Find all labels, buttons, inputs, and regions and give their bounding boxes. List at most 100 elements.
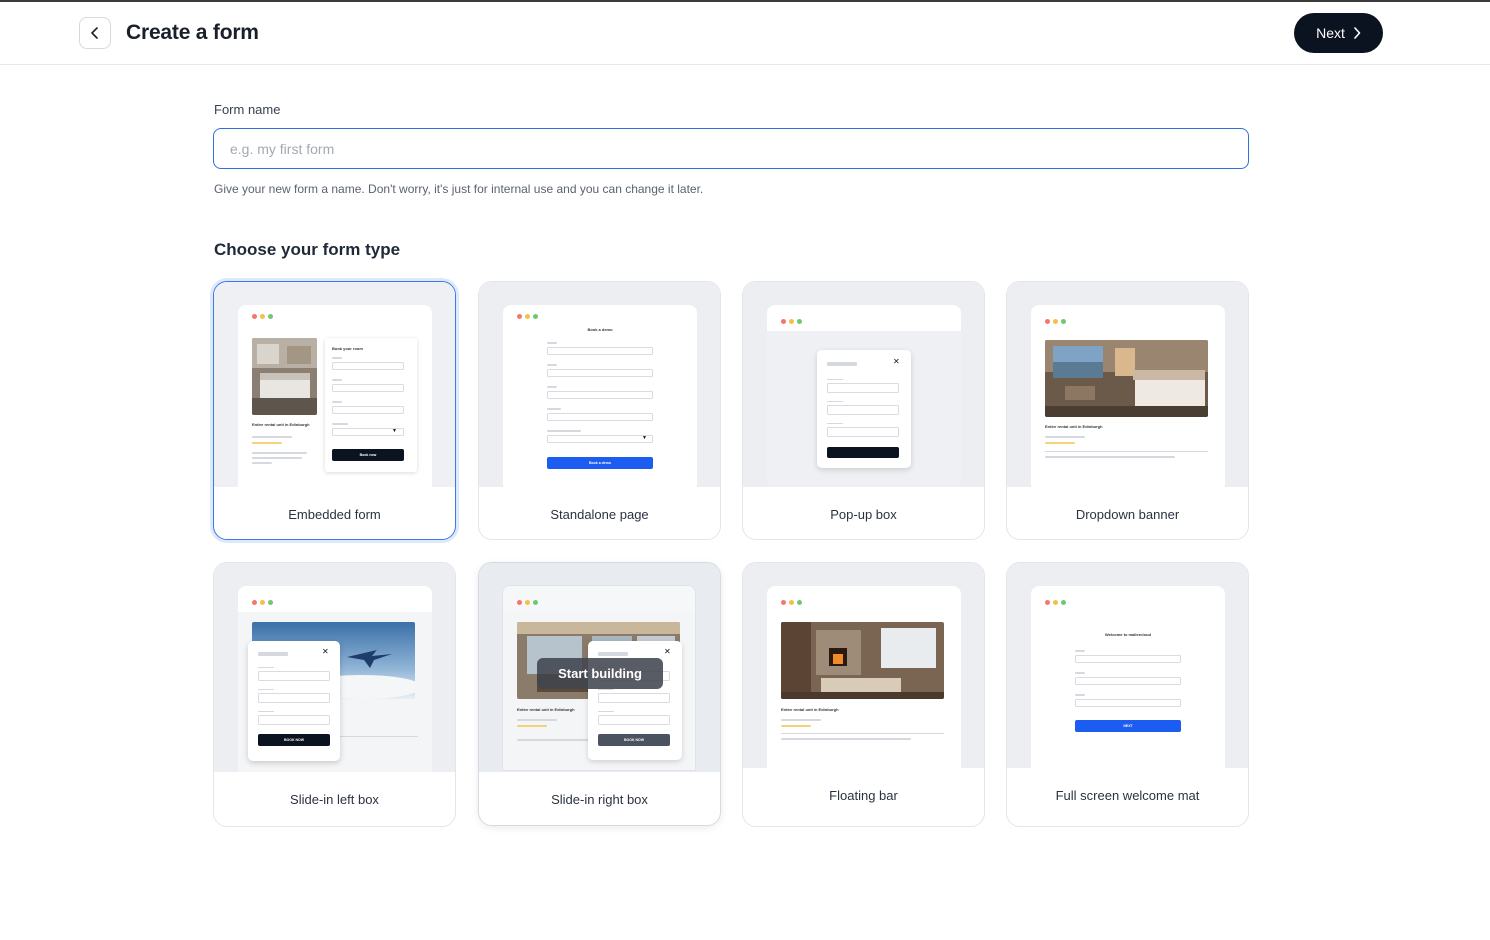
- listing-title: Entire rental unit in Edinburgh: [1045, 424, 1103, 429]
- popup-preview: ✕: [743, 282, 984, 487]
- field-label: [827, 379, 843, 380]
- dropdown-preview: Entire rental unit in Edinburgh: [1007, 282, 1248, 487]
- rating-line: [517, 725, 547, 727]
- next-button[interactable]: Next: [1294, 13, 1383, 53]
- form-type-card-embedded[interactable]: Entire rental unit in Edinburgh Book you…: [213, 281, 456, 540]
- field-label: [598, 711, 614, 712]
- field-label: [332, 379, 342, 381]
- rating-line: [1045, 442, 1075, 444]
- field: [258, 671, 330, 681]
- window-dots: [517, 600, 538, 605]
- form-type-label: Floating bar: [829, 788, 898, 803]
- slide-right-preview: Entire rental unit in Edinburgh ✕ BOOK N…: [479, 563, 720, 772]
- form-name-input[interactable]: [213, 128, 1249, 169]
- field-label: [258, 711, 274, 712]
- divider: [338, 736, 418, 737]
- browser-mockup: ✕: [767, 305, 961, 487]
- field-label: [332, 423, 348, 425]
- book-now-button: Book now: [332, 449, 404, 461]
- field: [1075, 699, 1181, 707]
- field: [258, 715, 330, 725]
- browser-topbar: [503, 586, 695, 612]
- window-dots: [252, 314, 273, 319]
- text-line: [1045, 456, 1175, 458]
- next-preview-button: NEXT: [1075, 720, 1181, 732]
- form-type-label: Dropdown banner: [1075, 507, 1180, 522]
- close-icon: ✕: [322, 647, 329, 656]
- window-dots: [781, 319, 802, 324]
- form-type-label: Full screen welcome mat: [1055, 788, 1200, 803]
- listing-title: Entire rental unit in Edinburgh: [517, 707, 575, 712]
- form-name-helper: Give your new form a name. Don't worry, …: [214, 182, 704, 196]
- rating-line: [781, 725, 811, 727]
- browser-mockup: Entire rental unit in Edinburgh Book you…: [238, 305, 432, 487]
- popup-title-line: [827, 362, 857, 366]
- field: [547, 413, 653, 421]
- window-dots: [1045, 600, 1066, 605]
- field: [547, 369, 653, 377]
- window-dots: [781, 600, 802, 605]
- field-label: [547, 386, 557, 388]
- browser-mockup: ✕ BOOK NOW: [238, 586, 432, 772]
- browser-topbar: [767, 305, 961, 331]
- field: [827, 405, 899, 415]
- rating-line: [252, 442, 282, 444]
- field: [598, 693, 670, 703]
- start-building-button[interactable]: Start building: [537, 658, 663, 689]
- divider: [781, 733, 944, 734]
- window-dots: [1045, 319, 1066, 324]
- field-label: [258, 667, 274, 668]
- caret-down-icon: ▼: [642, 435, 647, 441]
- welcome-mat-preview: Welcome to mailercloud NEXT: [1007, 563, 1248, 768]
- window-dots: [252, 600, 273, 605]
- field: [258, 693, 330, 703]
- text-line: [1045, 436, 1085, 438]
- text-line: [517, 719, 557, 721]
- booking-form-card: Book your room ▼ Book now: [325, 338, 417, 472]
- form-type-card-slide-left[interactable]: ✕ BOOK NOW Slide-in left box: [213, 562, 456, 827]
- form-name-label: Form name: [214, 102, 281, 117]
- chevron-right-icon: [1354, 27, 1361, 39]
- form-type-card-popup[interactable]: ✕ Pop-up box: [742, 281, 985, 540]
- caret-down-icon: ▼: [392, 428, 397, 434]
- form-type-card-welcome-mat[interactable]: Welcome to mailercloud NEXT Full screen …: [1006, 562, 1249, 827]
- text-line: [252, 452, 307, 454]
- next-button-label: Next: [1316, 25, 1345, 41]
- field-label: [547, 342, 557, 344]
- form-type-label: Pop-up box: [830, 507, 897, 522]
- form-type-heading: Choose your form type: [214, 240, 401, 259]
- listing-title: Entire rental unit in Edinburgh: [781, 707, 839, 712]
- browser-mockup: Entire rental unit in Edinburgh: [767, 586, 961, 768]
- welcome-heading: Welcome to mailercloud: [1105, 632, 1151, 637]
- text-line: [252, 462, 272, 464]
- field-label: [547, 408, 561, 410]
- form-type-label: Slide-in right box: [551, 792, 648, 807]
- standalone-preview: Book a demo ▼ Book a demo: [479, 282, 720, 487]
- form-type-card-standalone[interactable]: Book a demo ▼ Book a demo Standalone pag…: [478, 281, 721, 540]
- field-label: [1075, 672, 1085, 674]
- form-type-card-slide-right[interactable]: Entire rental unit in Edinburgh ✕ BOOK N…: [478, 562, 721, 826]
- hotel-room-photo: [252, 338, 317, 415]
- hotel-room-photo: [1045, 340, 1208, 417]
- phone-field: [332, 384, 404, 392]
- back-button[interactable]: [79, 17, 111, 49]
- text-line: [781, 719, 821, 721]
- text-line: [781, 738, 911, 740]
- demo-heading: Book a demo: [587, 327, 613, 332]
- page-header: Create a form Next: [0, 2, 1490, 65]
- text-line: [252, 457, 302, 459]
- form-type-label: Standalone page: [550, 507, 649, 522]
- listing-title: Entire rental unit in Edinburgh: [252, 422, 310, 427]
- window-dots: [517, 314, 538, 319]
- form-type-card-floating-bar[interactable]: Entire rental unit in Edinburgh Floating…: [742, 562, 985, 827]
- popup-box: ✕: [817, 350, 911, 468]
- divider: [1045, 451, 1208, 452]
- book-demo-button: Book a demo: [547, 457, 653, 469]
- name-field: [332, 362, 404, 370]
- field: [827, 427, 899, 437]
- browser-mockup: Entire rental unit in Edinburgh: [1031, 305, 1225, 487]
- form-type-label: Slide-in left box: [290, 792, 379, 807]
- box-title-line: [258, 652, 288, 656]
- form-type-card-dropdown[interactable]: Entire rental unit in Edinburgh Dropdown…: [1006, 281, 1249, 540]
- field: [1075, 655, 1181, 663]
